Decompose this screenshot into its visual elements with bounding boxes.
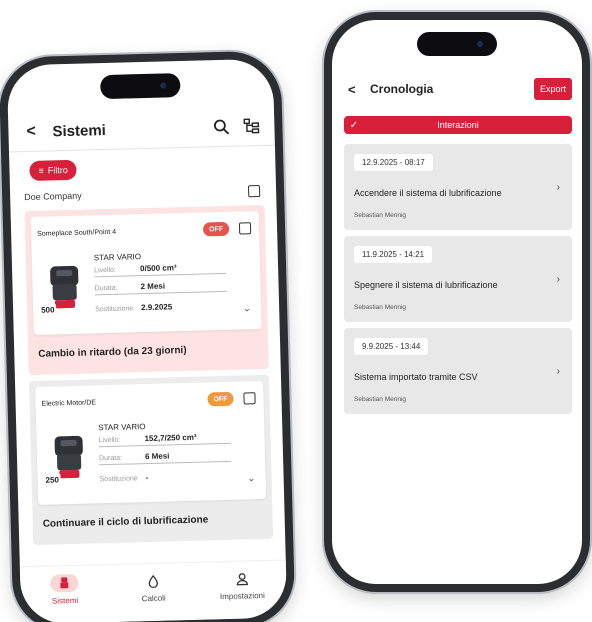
entry-action: Spegnere il sistema di lubrificazione <box>354 280 498 290</box>
tab-calcoli[interactable]: Calcoli <box>109 563 199 622</box>
filter-icon: ≡ <box>38 165 44 176</box>
status-message: Continuare il ciclo di lubrificazione <box>42 514 209 530</box>
company-row: Doe Company <box>24 184 261 203</box>
system-location: Someplace South/Point 4 <box>37 228 117 238</box>
duration-label: Durata: <box>98 454 123 463</box>
volume-label: 250 <box>43 474 62 486</box>
chevron-down-icon[interactable]: ⌄ <box>243 303 252 314</box>
entry-user: Sebastian Mennig <box>354 304 407 311</box>
tab-label: Calcoli <box>141 593 166 604</box>
entry-date: 12.9.2025 - 08:17 <box>354 154 433 171</box>
chevron-down-icon[interactable]: ⌄ <box>247 473 256 484</box>
product-name: STAR VARIO <box>98 422 146 433</box>
interactions-label: Interazioni <box>437 120 479 130</box>
replacement-field: Sostituzione - <box>99 468 231 485</box>
history-entry[interactable]: 9.9.2025 - 13:44 Sistema importato trami… <box>344 328 572 414</box>
page-title: Cronologia <box>370 82 434 96</box>
export-button[interactable]: Export <box>533 78 572 100</box>
system-card[interactable]: Someplace South/Point 4 OFF 500 STAR VAR… <box>24 204 269 376</box>
replacement-field: Sostituzione 2.9.2025 <box>95 298 227 315</box>
tab-label: Impostazioni <box>219 591 265 602</box>
status-message: Cambio in ritardo (da 23 giorni) <box>38 344 187 360</box>
system-checkbox[interactable] <box>243 392 256 405</box>
replacement-label: Sostituzione <box>99 475 138 484</box>
level-value: 0/500 cm³ <box>139 263 177 274</box>
system-card[interactable]: Electric Motor/DE OFF 250 STAR VARIO Liv… <box>28 374 274 546</box>
system-card-details: Electric Motor/DE OFF 250 STAR VARIO Liv… <box>35 380 267 505</box>
systems-header: < Sistemi <box>8 111 275 148</box>
level-label: Livello: <box>98 436 121 445</box>
entry-date: 9.9.2025 - 13:44 <box>354 338 429 355</box>
back-button[interactable]: < <box>348 82 366 97</box>
chevron-right-icon[interactable]: › <box>557 182 560 193</box>
status-badge: OFF <box>207 391 234 407</box>
interactions-filter[interactable]: ✓ Interazioni <box>344 116 572 134</box>
tab-impostazioni[interactable]: Impostazioni <box>197 560 287 619</box>
volume-label: 500 <box>39 304 57 316</box>
dynamic-island <box>100 73 181 100</box>
company-name: Doe Company <box>24 190 82 203</box>
phone-right-frame: < Cronologia Export ✓ Interazioni 12.9.2… <box>324 12 590 592</box>
filter-button[interactable]: ≡ Filtro <box>29 159 78 182</box>
phone-left-frame: < Sistemi ≡ Filtro Doe Company Someplace… <box>0 50 296 622</box>
history-entry[interactable]: 12.9.2025 - 08:17 Accendere il sistema d… <box>344 144 572 230</box>
level-field: Livello: 152,7/250 cm³ <box>98 429 231 448</box>
entry-user: Sebastian Mennig <box>354 212 407 219</box>
duration-field: Durata: 6 Mesi <box>98 447 232 466</box>
duration-value: 6 Mesi <box>144 451 170 462</box>
duration-value: 2 Mesi <box>140 281 166 292</box>
tab-label: Sistemi <box>51 595 79 606</box>
chevron-right-icon[interactable]: › <box>557 274 560 285</box>
page-title: Sistemi <box>52 121 107 140</box>
replacement-value: - <box>145 473 149 483</box>
entry-action: Accendere il sistema di lubrificazione <box>354 188 502 198</box>
systems-screen: < Sistemi ≡ Filtro Doe Company Someplace… <box>6 58 288 622</box>
drop-icon <box>139 572 167 591</box>
lubricator-icon <box>50 573 79 593</box>
back-button[interactable]: < <box>26 123 46 142</box>
user-icon <box>228 569 256 588</box>
search-icon[interactable] <box>212 118 230 136</box>
chevron-right-icon[interactable]: › <box>557 366 560 377</box>
system-checkbox[interactable] <box>238 222 252 235</box>
replacement-value: 2.9.2025 <box>140 302 173 313</box>
checkmark-icon: ✓ <box>349 119 359 131</box>
filter-label: Filtro <box>47 165 68 176</box>
history-screen: < Cronologia Export ✓ Interazioni 12.9.2… <box>332 20 582 584</box>
history-entry[interactable]: 11.9.2025 - 14:21 Spegnere il sistema di… <box>344 236 572 322</box>
replacement-label: Sostituzione <box>95 305 134 314</box>
system-location: Electric Motor/DE <box>41 399 97 408</box>
tab-bar: Sistemi Calcoli Impostazioni <box>19 559 288 622</box>
hierarchy-icon[interactable] <box>242 117 260 135</box>
entry-date: 11.9.2025 - 14:21 <box>354 246 433 263</box>
level-value: 152,7/250 cm³ <box>144 432 197 444</box>
company-checkbox[interactable] <box>247 184 261 198</box>
tab-sistemi[interactable]: Sistemi <box>20 565 110 622</box>
duration-label: Durata: <box>94 284 118 293</box>
level-label: Livello: <box>94 266 117 275</box>
entry-action: Sistema importato tramite CSV <box>354 372 478 382</box>
product-name: STAR VARIO <box>93 252 142 263</box>
status-badge: OFF <box>202 221 230 237</box>
duration-field: Durata: 2 Mesi <box>94 277 227 296</box>
level-field: Livello: 0/500 cm³ <box>93 259 227 278</box>
history-header: < Cronologia Export <box>332 78 582 100</box>
dynamic-island <box>417 32 497 56</box>
system-card-details: Someplace South/Point 4 OFF 500 STAR VAR… <box>30 211 262 335</box>
entry-user: Sebastian Mennig <box>354 396 407 403</box>
